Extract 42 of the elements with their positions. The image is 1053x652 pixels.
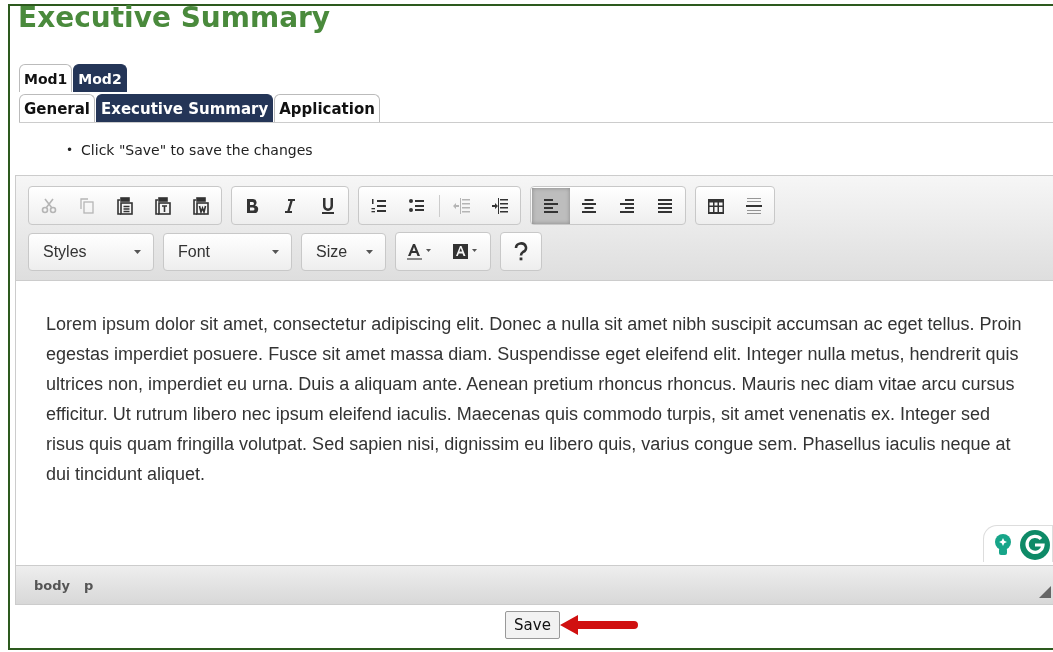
copy-icon <box>78 196 96 215</box>
assistant-logo-icon[interactable] <box>1020 530 1050 560</box>
format-dropdown[interactable]: Size <box>301 232 386 271</box>
instruction-text: Click "Save" to save the changes <box>81 141 313 159</box>
clipboard-icon <box>116 196 134 215</box>
caret-icon <box>134 249 141 254</box>
caret-icon <box>272 249 279 254</box>
caret-icon <box>366 249 373 254</box>
clipboard-word-icon <box>192 196 210 215</box>
indent-icon <box>491 196 509 215</box>
horizontal-rule-icon <box>745 196 763 215</box>
module-tab[interactable]: Mod2 <box>73 64 127 92</box>
save-button[interactable]: Save <box>505 611 560 639</box>
lightbulb-icon[interactable] <box>992 533 1014 557</box>
align-left-icon <box>542 196 560 215</box>
align-center-icon <box>580 196 598 215</box>
toolbar-button[interactable] <box>532 187 570 224</box>
module-tab[interactable]: Mod1 <box>19 64 73 92</box>
outdent-icon <box>453 196 471 215</box>
body-paragraph: Lorem ipsum dolor sit amet, consectetur adipiscing elit. Donec a nulla sit amet nibh suscipit accumsan ac eget tellus. Proin egestas imperdiet posuere. Fusce sit amet massa diam. Suspendisse eget eleifend elit. Integer nulla metus, hendrerit quis ultrices non, imperdiet eu urna. Duis a aliquam ante. Aenean pretium rhoncus rhoncus. Mauris nec diam vitae arcu cursus efficitur. Ut rutrum libero nec ipsum eleifend iaculis. Maecenas quis commodo turpis, sit amet venenatis ex. Integer sed risus quis quam fringilla volutpat. Sed sapien nisi, dignissim eu libero quis, varius congue sem. Phasellus iaculis neque at dui tincidunt aliquet. <box>46 313 1023 486</box>
underline-icon <box>319 196 337 215</box>
bullet-marker: • <box>66 142 74 159</box>
page-title: Executive Summary <box>18 0 332 36</box>
format-dropdown[interactable]: Font <box>163 232 292 271</box>
background-color-icon <box>452 242 480 261</box>
justify-icon <box>656 196 674 215</box>
scissors-icon <box>40 196 58 215</box>
question-mark-icon <box>512 241 530 262</box>
numbered-list-icon <box>370 196 388 215</box>
arrow-icon <box>559 614 638 636</box>
text-color-icon <box>406 242 434 261</box>
resize-grip-icon[interactable] <box>1039 586 1051 598</box>
element-path-item[interactable]: body <box>34 577 71 593</box>
bullet-list-icon <box>408 196 426 215</box>
element-path-item[interactable]: p <box>84 577 94 593</box>
section-tab[interactable]: Executive Summary <box>96 94 274 122</box>
align-right-icon <box>618 196 636 215</box>
section-tab[interactable]: General <box>19 94 95 122</box>
table-icon <box>707 196 725 215</box>
section-tab[interactable]: Application <box>274 94 380 122</box>
clipboard-text-icon <box>154 196 172 215</box>
format-dropdown[interactable]: Styles <box>28 232 154 271</box>
